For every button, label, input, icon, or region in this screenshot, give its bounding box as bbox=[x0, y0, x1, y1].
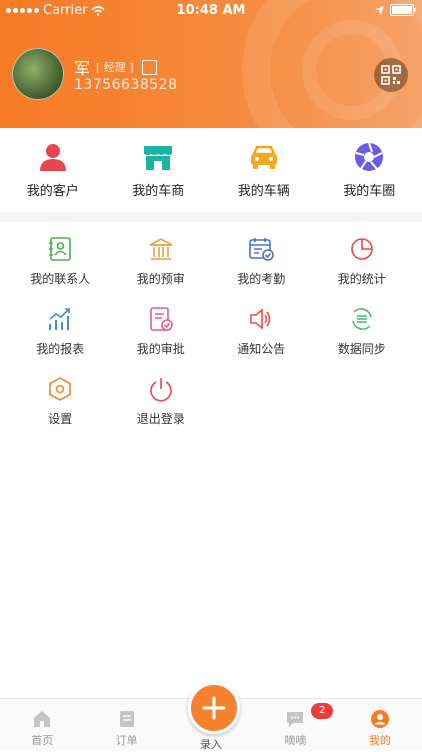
profile-icon bbox=[370, 709, 390, 729]
tab-chat[interactable]: 2 嘀嘀 bbox=[253, 699, 337, 751]
grid-item-contacts[interactable]: 我的联系人 bbox=[10, 236, 111, 306]
home-icon bbox=[32, 709, 52, 729]
grid-label: 我的报表 bbox=[36, 340, 84, 357]
grid-item-settings[interactable]: 设置 bbox=[10, 376, 111, 446]
grid-label: 设置 bbox=[48, 410, 72, 427]
grid-label: 退出登录 bbox=[137, 410, 185, 427]
status-bar: Carrier 10:48 AM bbox=[0, 0, 422, 22]
grid-item-approvals[interactable]: 我的审批 bbox=[111, 306, 212, 376]
approval-icon bbox=[148, 306, 174, 332]
grid-item-logout[interactable]: 退出登录 bbox=[111, 376, 212, 446]
settings-hexagon-icon bbox=[47, 376, 73, 402]
pie-chart-icon bbox=[349, 236, 375, 262]
contacts-icon bbox=[47, 236, 73, 262]
grid-label: 通知公告 bbox=[237, 340, 285, 357]
nav-label: 我的车商 bbox=[132, 180, 184, 199]
entry-plus-button[interactable] bbox=[188, 682, 240, 734]
report-chart-icon bbox=[47, 306, 73, 332]
avatar[interactable] bbox=[12, 48, 64, 100]
orders-icon bbox=[117, 709, 137, 729]
edit-icon[interactable] bbox=[142, 60, 157, 75]
tab-label: 订单 bbox=[116, 732, 138, 748]
tab-label: 嘀嘀 bbox=[284, 732, 306, 748]
chat-icon bbox=[285, 709, 305, 729]
grid-label: 我的联系人 bbox=[30, 270, 90, 287]
chat-badge: 2 bbox=[311, 703, 333, 719]
location-arrow-icon bbox=[375, 6, 384, 15]
function-grid: 我的联系人 我的预审 我的考勤 我的统计 bbox=[0, 236, 422, 446]
grid-label: 我的考勤 bbox=[237, 270, 285, 287]
qr-code-icon bbox=[381, 65, 401, 85]
nav-my-dealers[interactable]: 我的车商 bbox=[106, 128, 212, 212]
grid-item-pre-review[interactable]: 我的预审 bbox=[111, 236, 212, 306]
profile-header: Carrier 10:48 AM 军 [ 经理 ] 13756638528 bbox=[0, 0, 422, 128]
grid-item-reports[interactable]: 我的报表 bbox=[10, 306, 111, 376]
nav-my-customers[interactable]: 我的客户 bbox=[0, 128, 106, 212]
customer-icon bbox=[37, 142, 69, 172]
nav-my-vehicles[interactable]: 我的车辆 bbox=[211, 128, 317, 212]
grid-item-announcements[interactable]: 通知公告 bbox=[211, 306, 312, 376]
grid-item-data-sync[interactable]: 数据同步 bbox=[312, 306, 413, 376]
grid-item-statistics[interactable]: 我的统计 bbox=[312, 236, 413, 306]
status-time: 10:48 AM bbox=[0, 3, 422, 18]
profile-name-row: 军 [ 经理 ] bbox=[74, 55, 157, 79]
grid-label: 我的预审 bbox=[137, 270, 185, 287]
grid-item-attendance[interactable]: 我的考勤 bbox=[211, 236, 312, 306]
tab-label: 首页 bbox=[31, 732, 53, 748]
bank-icon bbox=[148, 236, 174, 262]
tab-label: 我的 bbox=[369, 732, 391, 748]
tab-mine[interactable]: 我的 bbox=[338, 699, 422, 751]
profile-name: 军 bbox=[74, 55, 90, 79]
tab-orders[interactable]: 订单 bbox=[84, 699, 168, 751]
nav-my-circle[interactable]: 我的车圈 bbox=[317, 128, 422, 212]
top-nav: 我的客户 我的车商 我的车辆 我的车圈 bbox=[0, 128, 422, 212]
battery-icon bbox=[390, 4, 414, 16]
car-icon bbox=[248, 142, 280, 172]
store-icon bbox=[142, 142, 174, 172]
nav-label: 我的客户 bbox=[27, 180, 79, 199]
plus-icon bbox=[201, 695, 227, 721]
grid-label: 我的审批 bbox=[137, 340, 185, 357]
profile-phone: 13756638528 bbox=[74, 77, 177, 93]
section-divider bbox=[0, 212, 422, 222]
role-tag: [ 经理 ] bbox=[96, 59, 134, 75]
speaker-icon bbox=[248, 306, 274, 332]
tab-home[interactable]: 首页 bbox=[0, 699, 84, 751]
nav-label: 我的车辆 bbox=[238, 180, 290, 199]
power-icon bbox=[148, 376, 174, 402]
grid-label: 数据同步 bbox=[338, 340, 386, 357]
grid-label: 我的统计 bbox=[338, 270, 386, 287]
nav-label: 我的车圈 bbox=[343, 180, 395, 199]
qr-code-button[interactable] bbox=[374, 58, 408, 92]
calendar-check-icon bbox=[248, 236, 274, 262]
sync-icon bbox=[349, 306, 375, 332]
aperture-icon bbox=[353, 142, 385, 172]
